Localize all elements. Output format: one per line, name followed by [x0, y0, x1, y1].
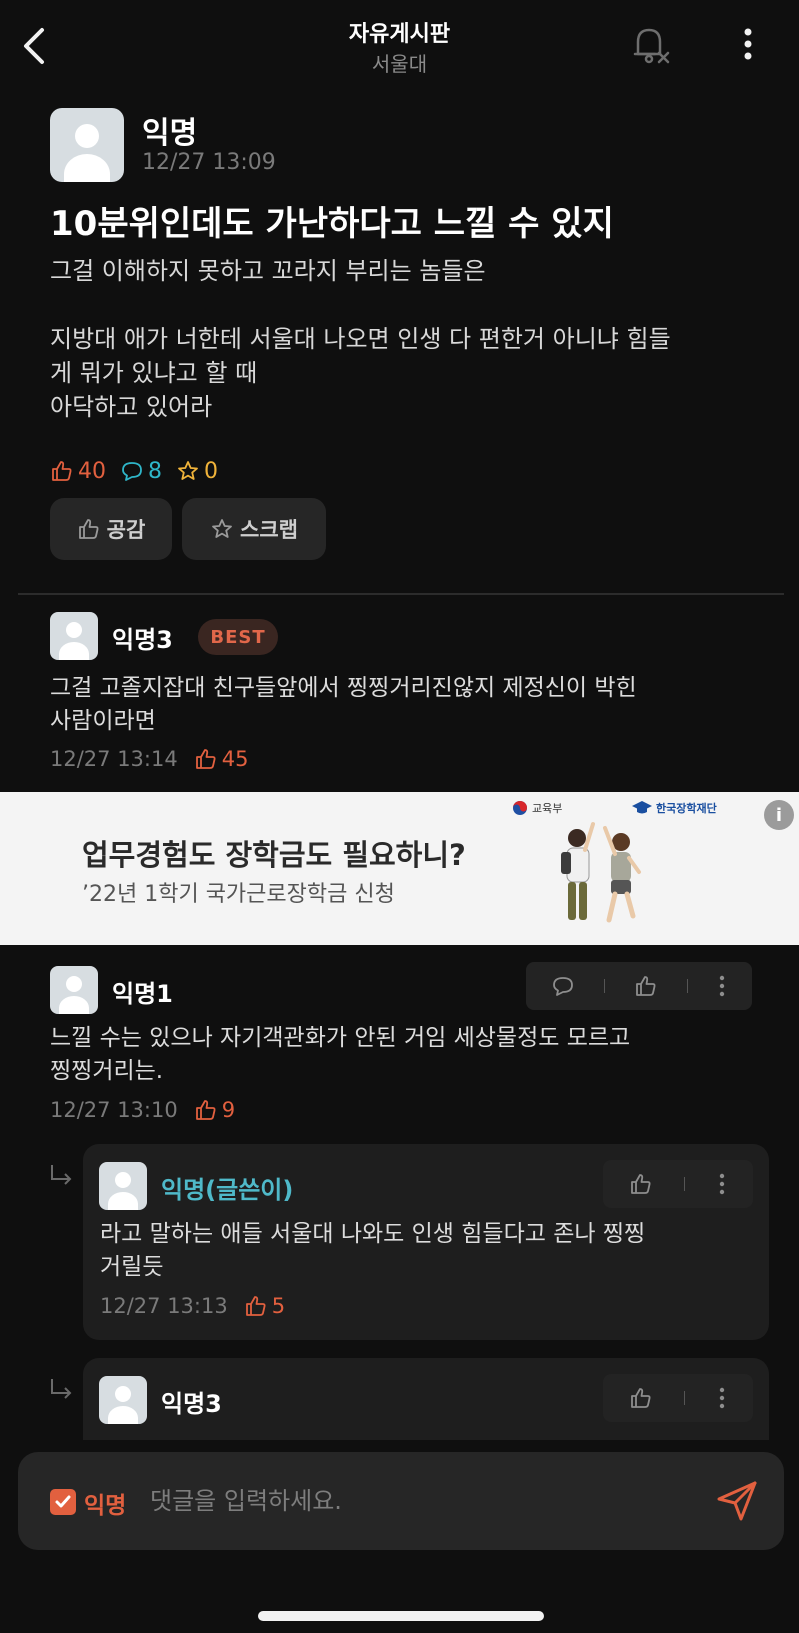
comment-meta: 12/27 13:10 9 — [50, 1098, 235, 1122]
thumbs-up-icon — [245, 1296, 266, 1316]
post-timestamp: 12/27 13:09 — [142, 150, 276, 175]
reply-container: 익명3 — [83, 1358, 769, 1440]
notification-off-icon[interactable] — [628, 22, 672, 66]
thumbs-up-icon — [195, 1100, 216, 1120]
reply-container: 익명(글쓴이) 라고 말하는 애들 서울대 나와도 인생 힘들다고 존나 찡찡 … — [83, 1144, 769, 1340]
comment-author: 익명3 — [161, 1390, 222, 1418]
comment-timestamp: 12/27 13:14 — [50, 747, 178, 771]
thumbs-up-icon — [78, 519, 99, 539]
avatar — [99, 1162, 147, 1210]
scrap-count: 0 — [176, 459, 218, 484]
ministry-logo: 교육부 — [512, 800, 562, 816]
comment-text: 느낄 수는 있으나 자기객관화가 안된 거임 세상물정도 모르고 찡찡거리는. — [50, 1025, 631, 1084]
anonymous-label[interactable]: 익명 — [84, 1486, 126, 1520]
more-options-icon[interactable] — [717, 974, 727, 998]
ad-title: 업무경험도 장학금도 필요하니? — [82, 838, 466, 872]
anonymous-checkbox[interactable] — [50, 1489, 76, 1515]
thumbs-up-icon — [52, 461, 72, 481]
avatar — [50, 612, 98, 660]
comment-timestamp: 12/27 13:13 — [100, 1294, 228, 1318]
speech-bubble-icon — [122, 462, 142, 481]
star-icon — [178, 461, 198, 480]
reply-arrow-icon — [51, 1165, 72, 1185]
thumbs-up-icon[interactable] — [629, 1172, 653, 1196]
comment-meta: 12/27 13:13 5 — [100, 1294, 285, 1318]
best-badge: BEST — [198, 619, 278, 655]
foundation-logo: 한국장학재단 — [632, 800, 717, 816]
more-options-icon[interactable] — [738, 24, 758, 64]
post-divider — [18, 593, 784, 595]
checkmark-icon — [55, 1495, 71, 1508]
thumbs-up-icon[interactable] — [634, 974, 658, 998]
like-button[interactable]: 공감 — [50, 498, 172, 560]
taegeuk-icon — [513, 801, 527, 815]
comment-author: 익명3 — [112, 626, 173, 654]
post-title: 10분위인데도 가난하다고 느낄 수 있지 — [50, 204, 614, 244]
reply-arrow-icon — [51, 1379, 72, 1399]
scrap-button[interactable]: 스크랩 — [182, 498, 326, 560]
avatar — [99, 1376, 147, 1424]
comment-text: 라고 말하는 애들 서울대 나와도 인생 힘들다고 존나 찡찡 거릴듯 — [100, 1221, 646, 1280]
graduation-cap-icon — [632, 801, 652, 814]
comment-like-count: 5 — [244, 1294, 285, 1318]
reply-icon[interactable] — [551, 974, 575, 998]
thumbs-up-icon[interactable] — [629, 1386, 653, 1410]
comment-actions — [526, 962, 752, 1010]
comment-actions — [603, 1160, 753, 1208]
send-icon[interactable] — [714, 1478, 760, 1524]
comment-count: 8 — [120, 459, 162, 484]
star-icon — [212, 519, 232, 538]
ad-banner[interactable]: 업무경험도 장학금도 필요하니? ’22년 1학기 국가근로장학금 신청 교육부… — [0, 792, 799, 945]
board-subtitle: 서울대 — [371, 52, 428, 76]
more-options-icon[interactable] — [717, 1386, 727, 1410]
home-indicator — [258, 1611, 544, 1621]
ad-subtitle: ’22년 1학기 국가근로장학금 신청 — [82, 882, 395, 907]
post-stats: 40 8 0 — [50, 456, 232, 486]
ad-info-icon[interactable]: i — [764, 800, 794, 830]
like-count: 40 — [50, 459, 106, 484]
avatar — [50, 966, 98, 1014]
comment-text: 그걸 고졸지잡대 친구들앞에서 찡찡거리진않지 제정신이 박힌 사람이라면 — [50, 675, 637, 734]
comment-like-count: 45 — [194, 747, 248, 771]
thumbs-up-icon — [195, 749, 216, 769]
comment-input-bar: 익명 — [18, 1452, 784, 1550]
post-author-avatar — [50, 108, 124, 182]
comment-author: 익명1 — [112, 980, 173, 1008]
students-illustration — [561, 822, 641, 923]
board-title: 자유게시판 — [348, 22, 451, 47]
comment-meta: 12/27 13:14 45 — [50, 747, 248, 771]
post-body: 그걸 이해하지 못하고 꼬라지 부리는 놈들은 지방대 애가 너한테 서울대 나… — [50, 257, 671, 421]
more-options-icon[interactable] — [717, 1172, 727, 1196]
comment-author-op: 익명(글쓴이) — [161, 1176, 294, 1204]
comment-actions — [603, 1374, 753, 1422]
comment-timestamp: 12/27 13:10 — [50, 1098, 178, 1122]
comment-like-count: 9 — [194, 1098, 235, 1122]
post-author-name: 익명 — [142, 116, 198, 151]
top-bar: 자유게시판 서울대 — [0, 0, 799, 92]
comment-input[interactable] — [150, 1478, 690, 1524]
